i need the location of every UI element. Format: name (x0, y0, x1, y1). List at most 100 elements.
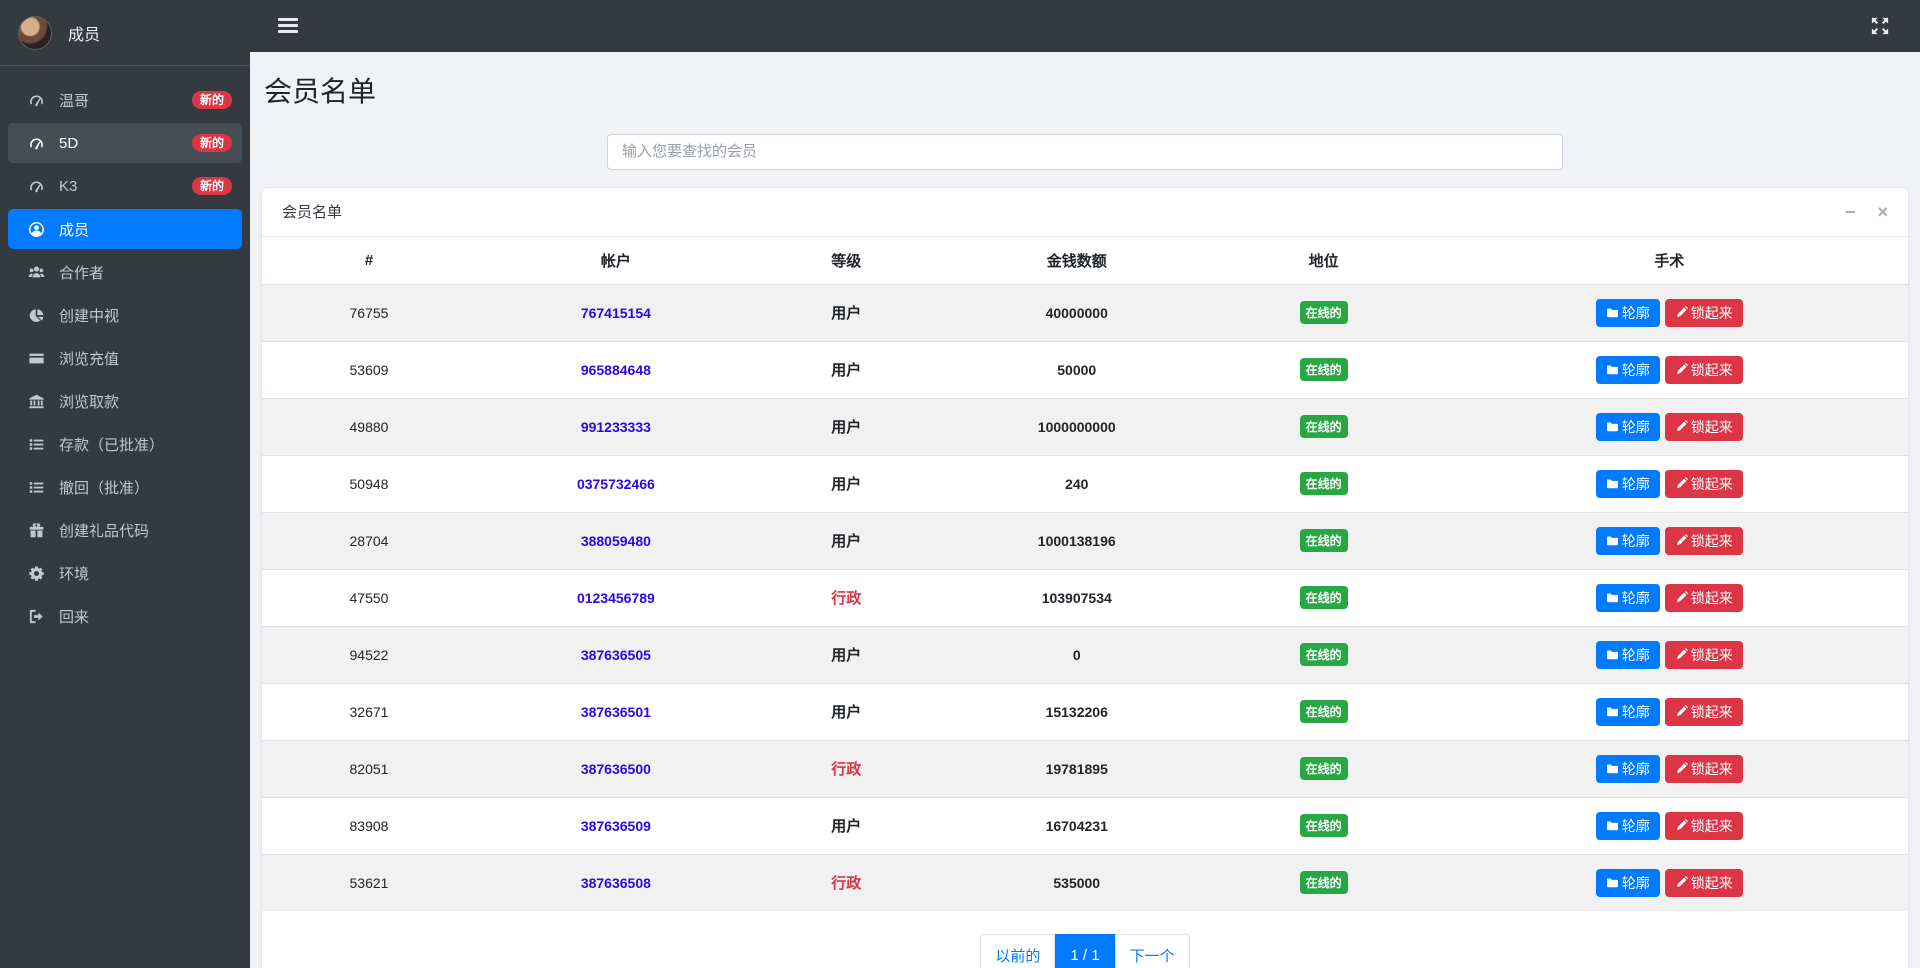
lock-button[interactable]: 锁起来 (1664, 868, 1743, 898)
sidebar-item-withdraw-approved[interactable]: 撤回（批准） (8, 467, 242, 507)
sidebar-brand[interactable]: 成员 (0, 0, 250, 66)
user-icon (28, 221, 45, 238)
sidebar-item-create-gift-code[interactable]: 创建礼品代码 (8, 510, 242, 550)
member-id: 50948 (262, 454, 476, 513)
member-account-link[interactable]: 965884648 (581, 362, 651, 378)
lock-button[interactable]: 锁起来 (1664, 298, 1743, 327)
pencil-icon (1675, 363, 1688, 376)
member-amount: 0 (936, 625, 1217, 684)
member-account-link[interactable]: 388059480 (581, 533, 651, 549)
profile-button[interactable]: 轮廓 (1595, 811, 1660, 840)
lock-button[interactable]: 锁起来 (1664, 811, 1743, 840)
pie-chart-icon (28, 307, 45, 324)
topbar (250, 0, 1920, 52)
member-account-link[interactable]: 387636508 (581, 875, 651, 891)
profile-button[interactable]: 轮廓 (1595, 355, 1660, 384)
lock-button[interactable]: 锁起来 (1664, 412, 1743, 441)
member-level: 用户 (831, 305, 862, 323)
folder-icon (1606, 306, 1619, 319)
close-icon[interactable]: × (1877, 203, 1888, 221)
sidebar-item-members[interactable]: 成员 (8, 209, 242, 249)
profile-button[interactable]: 轮廓 (1595, 583, 1660, 612)
minimize-icon[interactable]: − (1845, 203, 1856, 221)
profile-button[interactable]: 轮廓 (1595, 868, 1660, 898)
sidebar-menu: 温哥 新的 5D 新的 K3 新的 成员 合作者 创建中视 浏览充值 浏览取款 (0, 66, 250, 639)
lock-button[interactable]: 锁起来 (1664, 355, 1743, 384)
search-bar (262, 133, 1908, 170)
member-account-link[interactable]: 991233333 (581, 419, 651, 435)
sidebar-item-settings[interactable]: 环境 (8, 553, 242, 593)
page-title: 会员名单 (264, 75, 377, 107)
member-account-link[interactable]: 0375732466 (577, 476, 655, 492)
pencil-icon (1675, 876, 1688, 889)
member-amount: 15132206 (936, 682, 1217, 741)
pagination-next-button[interactable]: 下一个 (1114, 934, 1190, 968)
card-title: 会员名单 (282, 204, 343, 222)
header-status: 地位 (1216, 236, 1431, 285)
sidebar-item-browse-recharge[interactable]: 浏览充值 (8, 338, 242, 378)
bank-icon (28, 393, 45, 410)
new-badge: 新的 (191, 177, 232, 195)
status-badge: 在线的 (1299, 301, 1348, 325)
row-actions: 轮廓 锁起来 (1435, 640, 1904, 669)
members-table: # 帐户 等级 金钱数额 地位 手术 76755 767415154 用户 40… (262, 236, 1908, 912)
sidebar-item-label: 温哥 (59, 92, 90, 110)
folder-icon (1606, 591, 1619, 604)
sidebar-item-label: K3 (59, 177, 78, 195)
profile-button[interactable]: 轮廓 (1595, 469, 1660, 498)
fullscreen-icon[interactable] (1870, 16, 1890, 36)
status-badge: 在线的 (1299, 643, 1348, 667)
sidebar-item-k3[interactable]: K3 新的 (8, 166, 242, 206)
member-account-link[interactable]: 0123456789 (577, 590, 655, 606)
member-account-link[interactable]: 387636500 (581, 761, 651, 777)
lock-button[interactable]: 锁起来 (1664, 640, 1743, 669)
member-account-link[interactable]: 387636509 (581, 818, 651, 834)
users-icon (28, 264, 45, 281)
list-icon (28, 436, 45, 453)
sidebar-item-deposits-approved[interactable]: 存款（已批准） (8, 424, 242, 464)
profile-button[interactable]: 轮廓 (1595, 640, 1660, 669)
sidebar-item-5d[interactable]: 5D 新的 (8, 123, 242, 163)
profile-button[interactable]: 轮廓 (1595, 754, 1660, 783)
sidebar-item-logout[interactable]: 回来 (8, 596, 242, 636)
sidebar-item-create-view[interactable]: 创建中视 (8, 295, 242, 335)
row-actions: 轮廓 锁起来 (1435, 469, 1904, 498)
member-amount: 16704231 (936, 796, 1217, 855)
lock-button[interactable]: 锁起来 (1664, 583, 1743, 612)
content: 会员名单 会员名单 − × # 帐户 (250, 52, 1920, 968)
folder-icon (1606, 876, 1619, 889)
table-row: 94522 387636505 用户 0 在线的 轮廓 锁起来 (262, 625, 1908, 684)
lock-button[interactable]: 锁起来 (1664, 754, 1743, 783)
member-account-link[interactable]: 767415154 (581, 305, 651, 321)
folder-icon (1606, 477, 1619, 490)
lock-button[interactable]: 锁起来 (1664, 526, 1743, 555)
member-account-link[interactable]: 387636505 (581, 647, 651, 663)
member-level: 用户 (831, 533, 862, 551)
lock-button[interactable]: 锁起来 (1664, 697, 1743, 726)
member-amount: 50000 (936, 340, 1217, 399)
profile-button[interactable]: 轮廓 (1595, 298, 1660, 327)
member-account-link[interactable]: 387636501 (581, 704, 651, 720)
profile-button[interactable]: 轮廓 (1595, 697, 1660, 726)
sidebar-item-label: 浏览充值 (59, 350, 120, 368)
pencil-icon (1675, 591, 1688, 604)
folder-icon (1606, 705, 1619, 718)
search-input[interactable] (607, 133, 1563, 170)
pagination-prev-button[interactable]: 以前的 (980, 934, 1056, 968)
profile-button[interactable]: 轮廓 (1595, 412, 1660, 441)
header-level: 等级 (755, 236, 937, 285)
status-badge: 在线的 (1299, 358, 1348, 382)
sidebar-item-browse-withdraw[interactable]: 浏览取款 (8, 381, 242, 421)
profile-button[interactable]: 轮廓 (1595, 526, 1660, 555)
sidebar-item-label: 5D (59, 134, 79, 152)
lock-button[interactable]: 锁起来 (1664, 469, 1743, 498)
sidebar-item-partners[interactable]: 合作者 (8, 252, 242, 292)
pagination-current[interactable]: 1 / 1 (1055, 934, 1115, 968)
pencil-icon (1675, 534, 1688, 547)
sidebar-item-wenge[interactable]: 温哥 新的 (8, 80, 242, 120)
hamburger-icon[interactable] (278, 18, 298, 34)
header-amount: 金钱数额 (936, 236, 1217, 285)
member-id: 83908 (262, 796, 476, 855)
pencil-icon (1675, 306, 1688, 319)
table-row: 28704 388059480 用户 1000138196 在线的 轮廓 锁起来 (262, 511, 1908, 570)
